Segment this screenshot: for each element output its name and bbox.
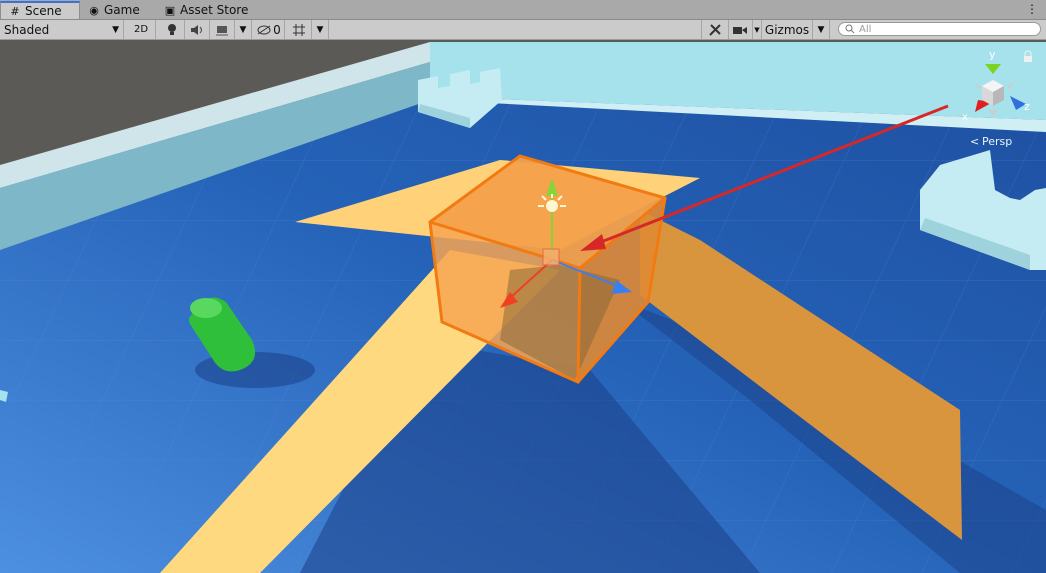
scene-toolbar: Shaded ▼ 2D ▼ 0 ▼ ▼ Gizmos ▼ All (0, 20, 1046, 40)
tab-scene-label: Scene (25, 4, 62, 18)
effects-toggle[interactable] (210, 20, 235, 39)
camera-dropdown[interactable]: ▼ (753, 20, 762, 39)
search-icon (845, 24, 855, 34)
tab-scene[interactable]: # Scene (0, 1, 80, 19)
eye-slash-icon (257, 25, 271, 34)
effects-dropdown[interactable]: ▼ (235, 20, 252, 39)
chevron-down-icon: ▼ (817, 24, 825, 35)
tools-icon (709, 23, 721, 36)
search-field[interactable]: All (838, 22, 1041, 36)
draw-mode-dropdown[interactable]: Shaded ▼ (0, 20, 124, 39)
gizmo-y-label: y (989, 48, 996, 61)
grid-snap-icon (293, 23, 305, 36)
grid-dropdown[interactable]: ▼ (312, 20, 329, 39)
tab-game[interactable]: ◉ Game (80, 1, 148, 19)
chevron-down-icon: ▼ (239, 24, 247, 35)
tab-asset-store[interactable]: ▣ Asset Store (156, 1, 256, 19)
projection-label[interactable]: Persp (982, 135, 1012, 148)
draw-mode-label: Shaded (4, 22, 50, 37)
effects-icon (216, 25, 228, 35)
scene-viewport[interactable]: y x z Persp < (0, 40, 1046, 573)
chevron-down-icon: ▼ (112, 24, 119, 35)
hidden-count: 0 (273, 22, 281, 37)
speaker-icon (191, 24, 202, 35)
more-options-icon[interactable]: ⋮ (1026, 1, 1038, 17)
gizmos-button[interactable]: Gizmos (762, 20, 813, 39)
grid-toggle[interactable] (287, 20, 312, 39)
shopping-bag-icon: ▣ (164, 3, 176, 17)
camera-button[interactable] (728, 20, 753, 39)
light-icon (546, 200, 558, 212)
toggle-2d-button[interactable]: 2D (127, 20, 156, 39)
pivot-handle-icon (542, 248, 560, 266)
gizmos-label: Gizmos (764, 22, 810, 37)
tab-game-label: Game (104, 3, 140, 17)
hidden-objects-toggle[interactable]: 0 (254, 20, 285, 39)
gizmo-z-label: z (1024, 100, 1030, 113)
search-placeholder: All (859, 23, 872, 35)
gizmos-dropdown[interactable]: ▼ (813, 20, 830, 39)
lighting-toggle[interactable] (160, 20, 185, 39)
camera-icon (733, 26, 747, 34)
lightbulb-icon (168, 23, 176, 35)
chevron-down-icon: ▼ (754, 25, 760, 34)
tools-button[interactable] (701, 20, 729, 39)
chevron-down-icon: ▼ (316, 24, 324, 35)
tab-asset-store-label: Asset Store (180, 3, 249, 17)
grid-icon: # (10, 4, 20, 18)
projection-chevron-icon: < (970, 135, 979, 148)
tab-bar: # Scene ◉ Game ▣ Asset Store ⋮ (0, 0, 1046, 20)
gamepad-icon: ◉ (89, 3, 99, 17)
toggle-2d-label: 2D (133, 24, 149, 35)
gizmo-x-label: x (962, 112, 968, 123)
audio-toggle[interactable] (185, 20, 210, 39)
